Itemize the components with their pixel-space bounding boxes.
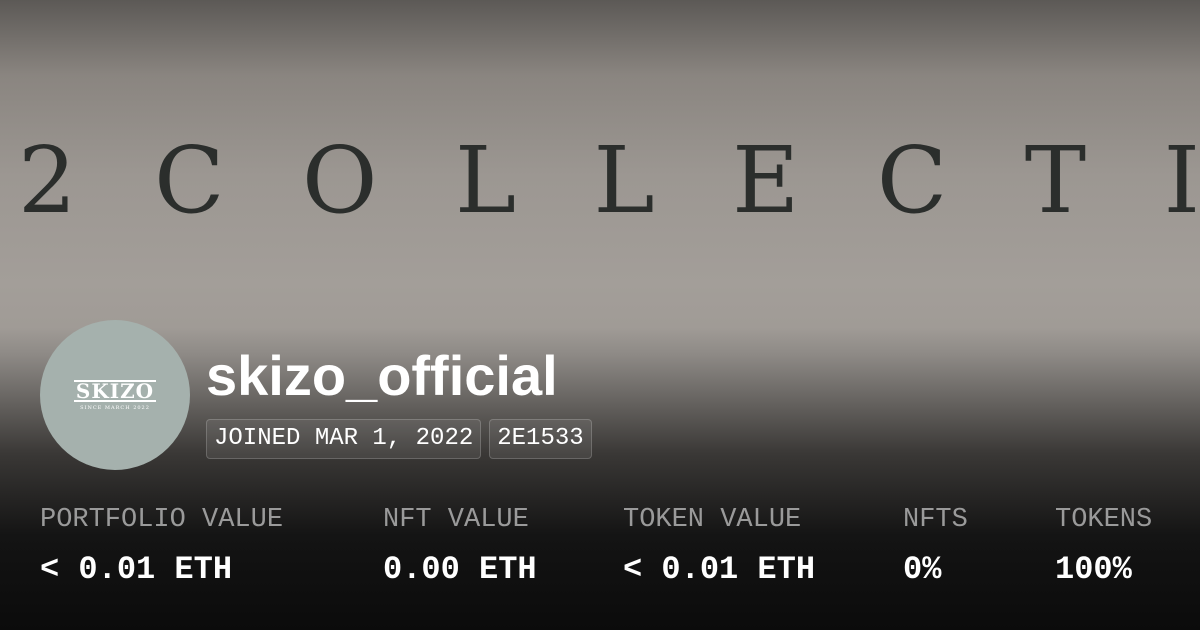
stat-value: < 0.01 ETH (40, 551, 233, 588)
avatar: SKIZO SINCE MARCH 2022 (40, 320, 190, 470)
stat-portfolio-value: PORTFOLIO VALUE < 0.01 ETH (40, 500, 283, 592)
avatar-subtext: SINCE MARCH 2022 (80, 404, 150, 411)
address-badge: 2E1533 (489, 419, 592, 459)
banner-letter: C (876, 126, 948, 234)
stat-nft-value: NFT VALUE 0.00 ETH (383, 500, 537, 592)
joined-date-badge: JOINED MAR 1, 2022 (206, 419, 482, 459)
banner-letter: E (732, 126, 800, 234)
stat-value: 100% (1055, 551, 1132, 588)
stat-nfts: NFTS 0% (903, 500, 968, 592)
stat-label: NFT VALUE (383, 505, 529, 535)
stat-value: < 0.01 ETH (623, 551, 816, 588)
banner-letter: L (454, 126, 517, 234)
avatar-logo: SKIZO (73, 378, 157, 403)
banner-letter: L (593, 126, 655, 234)
banner-letter: I (1163, 126, 1200, 234)
banner-image-text: 2 C O L L E C T I (18, 127, 1200, 234)
stats-row: PORTFOLIO VALUE < 0.01 ETH NFT VALUE 0.0… (0, 500, 1200, 600)
banner-letter: C (154, 126, 225, 234)
profile-card: 2 C O L L E C T I SKIZO SINCE MARCH 2022… (0, 0, 1200, 630)
stat-label: TOKENS (1055, 505, 1153, 535)
stat-label: TOKEN VALUE (623, 505, 802, 535)
stat-value: 0% (903, 551, 942, 588)
stat-value: 0.00 ETH (383, 551, 537, 588)
banner-letter: T (1024, 126, 1087, 234)
stat-label: PORTFOLIO VALUE (40, 505, 284, 535)
stat-token-value: TOKEN VALUE < 0.01 ETH (623, 500, 815, 592)
banner-letter: 2 (18, 126, 77, 234)
stat-label: NFTS (903, 505, 968, 535)
banner-letter: O (301, 126, 378, 234)
username: skizo_official (206, 344, 558, 407)
profile-badges: JOINED MAR 1, 2022 2E1533 (206, 419, 592, 459)
stat-tokens: TOKENS 100% (1055, 500, 1152, 592)
